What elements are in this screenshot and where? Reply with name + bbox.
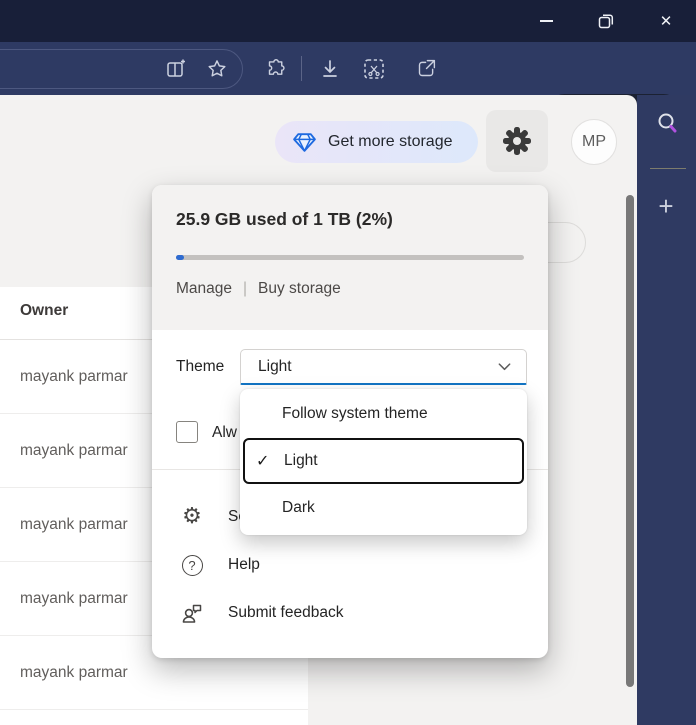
avatar-initials: MP <box>582 133 606 151</box>
storage-usage-title: 25.9 GB used of 1 TB (2%) <box>176 209 393 230</box>
screenshot-button[interactable] <box>360 42 388 95</box>
gear-icon <box>501 125 533 157</box>
buy-storage-link[interactable]: Buy storage <box>258 280 341 298</box>
close-icon: ✕ <box>660 14 673 29</box>
help-icon: ? <box>180 553 204 577</box>
minimize-icon <box>540 20 553 22</box>
star-icon <box>206 58 228 80</box>
theme-option-label: Follow system theme <box>282 405 428 423</box>
link-separator: | <box>243 280 247 298</box>
theme-option-dark[interactable]: Dark <box>240 484 527 532</box>
edge-sidebar: + <box>637 95 696 725</box>
feedback-person-icon <box>180 601 204 625</box>
account-avatar[interactable]: MP <box>571 119 617 165</box>
download-icon <box>320 59 340 79</box>
restore-icon <box>598 13 614 29</box>
window-titlebar: ✕ <box>0 0 696 42</box>
minimize-button[interactable] <box>524 0 568 42</box>
split-screen-icon <box>166 59 186 79</box>
sidebar-search-button[interactable] <box>655 111 681 142</box>
share-button[interactable] <box>412 42 440 95</box>
toolbar-divider <box>301 56 302 81</box>
vertical-scrollbar[interactable] <box>626 195 634 687</box>
always-show-checkbox[interactable] <box>176 421 198 443</box>
favorites-button[interactable] <box>203 42 231 95</box>
close-button[interactable]: ✕ <box>644 0 688 42</box>
search-icon <box>655 111 681 137</box>
screenshot-icon <box>362 57 386 81</box>
browser-toolbar: … Ask Copilot <box>0 42 696 95</box>
theme-dropdown-menu: Follow system theme ✓ Light Dark <box>240 389 527 535</box>
always-show-checkbox-label: Alw <box>212 424 237 442</box>
settings-gear-button[interactable] <box>486 110 548 172</box>
theme-select[interactable]: Light <box>240 349 527 385</box>
theme-option-label: Light <box>284 452 318 470</box>
extensions-button[interactable] <box>263 42 289 95</box>
settings-panel: 25.9 GB used of 1 TB (2%) Manage | Buy s… <box>152 185 548 658</box>
owner-column-header[interactable]: Owner <box>20 302 68 320</box>
sidebar-divider <box>650 168 686 169</box>
split-screen-button[interactable] <box>163 42 189 95</box>
theme-option-label: Dark <box>282 499 315 517</box>
theme-label: Theme <box>176 358 224 376</box>
theme-option-follow-system[interactable]: Follow system theme <box>240 390 527 438</box>
downloads-button[interactable] <box>316 42 344 95</box>
page-content: Owner mayank parmar mayank parmar mayank… <box>0 95 637 725</box>
extensions-puzzle-icon <box>266 58 287 79</box>
storage-section: 25.9 GB used of 1 TB (2%) Manage | Buy s… <box>152 185 548 330</box>
storage-progress-fill <box>176 255 184 260</box>
share-icon <box>416 58 437 79</box>
help-menu-item[interactable]: ? Help <box>180 551 260 579</box>
chevron-down-icon <box>497 359 512 374</box>
storage-links: Manage | Buy storage <box>176 280 341 298</box>
diamond-icon <box>292 130 317 155</box>
storage-progress-bar <box>176 255 524 260</box>
help-menu-label: Help <box>228 556 260 574</box>
get-more-storage-button[interactable]: Get more storage <box>275 121 478 163</box>
checkmark-icon: ✓ <box>256 451 269 471</box>
theme-option-light[interactable]: ✓ Light <box>243 438 524 484</box>
submit-feedback-menu-item[interactable]: Submit feedback <box>180 599 343 627</box>
restore-button[interactable] <box>584 0 628 42</box>
submit-feedback-label: Submit feedback <box>228 604 343 622</box>
manage-link[interactable]: Manage <box>176 280 232 298</box>
sidebar-add-button[interactable]: + <box>651 191 681 221</box>
get-more-storage-label: Get more storage <box>328 133 453 151</box>
gear-outline-icon: ⚙ <box>180 505 204 529</box>
browser-window: ✕ <box>0 0 696 725</box>
theme-select-value: Light <box>258 358 292 376</box>
